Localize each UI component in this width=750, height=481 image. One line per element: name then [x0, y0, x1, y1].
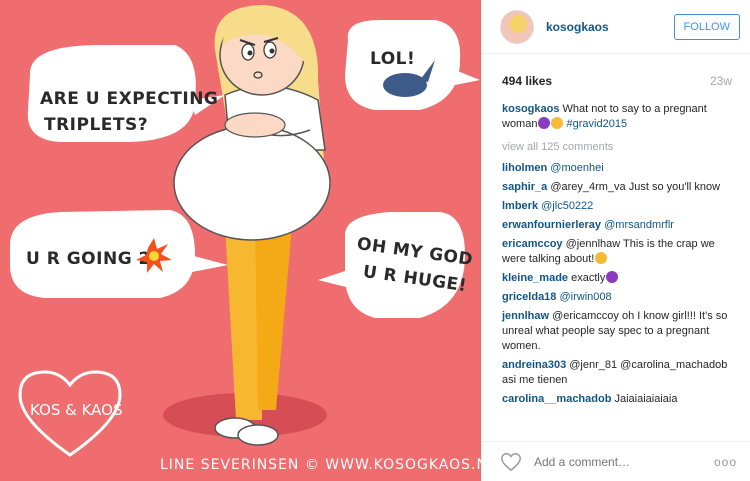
comment-text: @moenhei — [550, 162, 604, 174]
disappointed-emoji-icon — [595, 252, 608, 264]
like-heart-icon[interactable] — [500, 451, 522, 473]
bubble-lol: LOL! — [370, 49, 415, 69]
logo-text: KOS & KAOS — [30, 401, 122, 419]
comment: gricelda18 @irwin008 — [502, 290, 732, 305]
comment: ericamccoy @jennlhaw This is the crap we… — [502, 237, 732, 267]
follow-button[interactable]: FOLLOW — [673, 13, 740, 40]
post-header: kosogkaos FOLLOW — [482, 0, 750, 54]
comment-username[interactable]: jennlhaw — [502, 310, 549, 322]
post-age[interactable]: 23w — [710, 74, 732, 88]
add-comment-bar: ooo — [482, 441, 750, 481]
comment: andreina303 @jenr_81 @carolina_machadob … — [502, 358, 732, 388]
comment-username[interactable]: kleine_made — [502, 272, 568, 284]
comment-text: @jlc50222 — [541, 200, 594, 212]
comment-text: @mrsandmrflr — [604, 219, 674, 231]
comment-username[interactable]: saphir_a — [502, 181, 547, 193]
avatar[interactable] — [500, 9, 534, 44]
comment-text: Jaiaiaiaiaiaia — [614, 393, 678, 405]
comment-username[interactable]: gricelda18 — [502, 291, 556, 303]
comment-text: @arey_4rm_va Just so you'll know — [550, 181, 721, 193]
comment-text: @irwin008 — [559, 291, 612, 303]
comment-username[interactable]: erwanfournierleray — [502, 219, 601, 231]
add-comment-input[interactable] — [534, 454, 714, 469]
bubble-triplets-line1: ARE U EXPECTING — [40, 89, 218, 109]
comment-username[interactable]: liholmen — [502, 162, 547, 174]
caption-username[interactable]: kosogkaos — [502, 103, 559, 115]
comment-username[interactable]: lmberk — [502, 200, 538, 212]
comment: liholmen @moenhei — [502, 161, 732, 176]
bubble-triplets-line2: TRIPLETS? — [44, 115, 148, 135]
devil-emoji-icon — [606, 271, 619, 283]
comment: carolina__machadob Jaiaiaiaiaiaia — [502, 392, 732, 407]
post-meta: 494 likes 23w — [482, 54, 750, 88]
comment-username[interactable]: ericamccoy — [502, 238, 563, 250]
comment: kleine_made exactly — [502, 271, 732, 286]
more-options-icon[interactable]: ooo — [714, 455, 737, 469]
comment: lmberk @jlc50222 — [502, 199, 732, 214]
header-username[interactable]: kosogkaos — [546, 20, 674, 34]
comments-section: kosogkaos What not to say to a pregnant … — [482, 88, 750, 407]
comment: saphir_a @arey_4rm_va Just so you'll kno… — [502, 180, 732, 195]
likes-count[interactable]: 494 likes — [502, 74, 552, 88]
bubble-going-to: U R GOING 2 — [26, 249, 151, 269]
caption: kosogkaos What not to say to a pregnant … — [502, 102, 732, 132]
comment: erwanfournierleray @mrsandmrflr — [502, 218, 732, 233]
comment: jennlhaw @ericamccoy oh I know girl!!! I… — [502, 309, 732, 354]
comment-username[interactable]: carolina__machadob — [502, 393, 611, 405]
image-credit: LINE SEVERINSEN © WWW.KOSOGKAOS.NO — [160, 457, 481, 473]
illustration: ARE U EXPECTING TRIPLETS? LOL! U R GOING… — [10, 5, 480, 457]
caption-hashtag[interactable]: #gravid2015 — [567, 118, 628, 130]
comment-text: exactly — [571, 272, 606, 284]
devil-emoji-icon — [538, 117, 551, 129]
post-image: ARE U EXPECTING TRIPLETS? LOL! U R GOING… — [0, 0, 481, 481]
comment-username[interactable]: andreina303 — [502, 359, 566, 371]
view-all-comments-link[interactable]: view all 125 comments — [502, 140, 732, 155]
smile-emoji-icon — [551, 117, 564, 129]
post-sidebar: kosogkaos FOLLOW 494 likes 23w kosogkaos… — [481, 0, 750, 481]
